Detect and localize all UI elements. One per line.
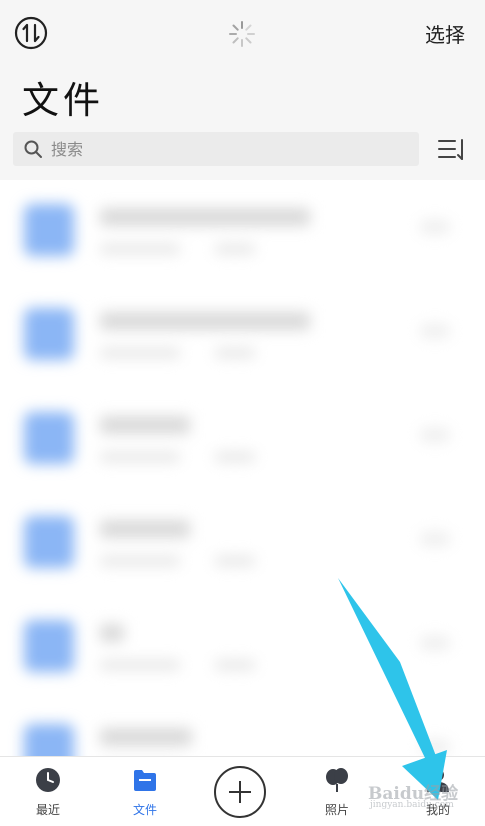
folder-icon [134, 770, 156, 791]
more-options-icon[interactable] [420, 220, 450, 234]
file-row[interactable] [0, 290, 485, 394]
file-thumbnail [24, 412, 74, 464]
more-options-icon[interactable] [420, 740, 450, 754]
file-name-placeholder [100, 416, 190, 434]
file-thumbnail [24, 204, 74, 256]
file-thumbnail [24, 620, 74, 672]
file-thumbnail [24, 308, 74, 360]
tab-files[interactable]: 文件 [105, 757, 185, 826]
file-list [0, 186, 485, 756]
file-name-placeholder [100, 728, 192, 746]
file-name-placeholder [100, 520, 190, 538]
select-button[interactable]: 选择 [425, 19, 465, 48]
file-thumbnail [24, 516, 74, 568]
photos-balloon-icon [326, 768, 348, 792]
file-row[interactable] [0, 602, 485, 706]
file-name-placeholder [100, 312, 310, 330]
sync-icon[interactable] [14, 16, 48, 50]
header: 选择 文件 [0, 0, 485, 180]
tab-label: 文件 [132, 803, 157, 817]
sort-list-icon[interactable] [436, 136, 468, 164]
file-meta-placeholder [100, 348, 180, 358]
tab-label: 最近 [35, 803, 60, 817]
more-options-icon[interactable] [420, 324, 450, 338]
add-circle-icon[interactable] [213, 765, 267, 819]
file-row[interactable] [0, 498, 485, 602]
watermark-url: jingyan.baidu.com [370, 800, 454, 810]
file-meta-placeholder [215, 452, 255, 462]
baidu-watermark-logo: Baidu经验 jingyan.baidu.com [358, 776, 482, 816]
search-input[interactable] [49, 138, 393, 160]
file-meta-placeholder [100, 244, 180, 254]
file-meta-placeholder [100, 556, 180, 566]
search-bar[interactable] [13, 132, 419, 166]
file-name-placeholder [100, 624, 124, 642]
search-icon [24, 140, 42, 158]
file-meta-placeholder [215, 244, 255, 254]
clock-icon [36, 768, 60, 792]
file-row[interactable] [0, 394, 485, 498]
file-meta-placeholder [100, 452, 180, 462]
more-options-icon[interactable] [420, 532, 450, 546]
more-options-icon[interactable] [420, 428, 450, 442]
more-options-icon[interactable] [420, 636, 450, 650]
tab-recent[interactable]: 最近 [8, 757, 88, 826]
loading-spinner-icon [229, 21, 255, 47]
file-thumbnail [24, 724, 74, 756]
file-meta-placeholder [215, 348, 255, 358]
file-row[interactable] [0, 186, 485, 290]
file-row[interactable] [0, 706, 485, 756]
file-meta-placeholder [215, 556, 255, 566]
file-meta-placeholder [215, 660, 255, 670]
file-meta-placeholder [100, 660, 180, 670]
file-name-placeholder [100, 208, 310, 226]
page-title: 文件 [22, 79, 104, 122]
